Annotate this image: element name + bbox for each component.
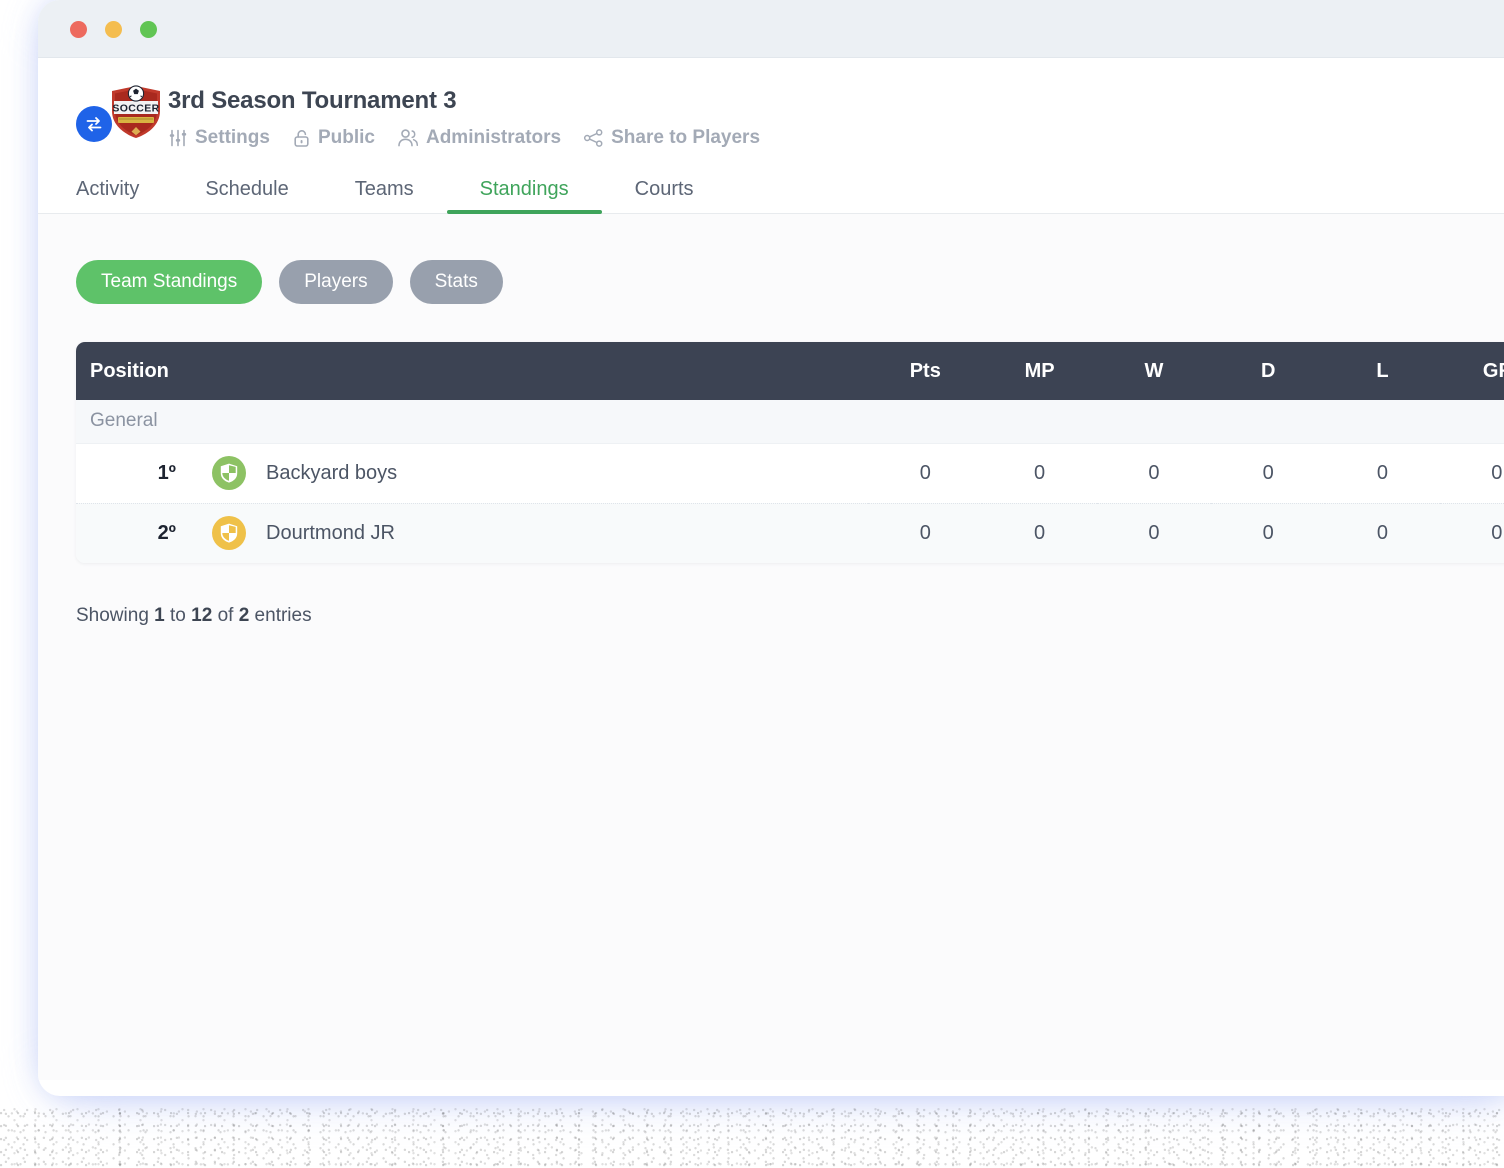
summary-mid2: of bbox=[212, 605, 239, 626]
visibility-link[interactable]: Public bbox=[292, 127, 375, 149]
tournament-identity-row: SOCCER 3rd Season Tournament 3 Settings … bbox=[38, 84, 1504, 150]
table-row[interactable]: 2º Dourtmond JR 0 0 0 0 0 0 bbox=[76, 503, 1504, 563]
pill-players[interactable]: Players bbox=[279, 260, 393, 304]
shield-icon bbox=[220, 463, 238, 483]
entries-summary: Showing 1 to 12 of 2 entries bbox=[38, 563, 1504, 627]
team-badge-dourtmond-jr bbox=[212, 516, 246, 551]
share-nodes-icon bbox=[584, 129, 603, 147]
swap-arrows-icon bbox=[86, 117, 102, 132]
screenshot-root: SOCCER 3rd Season Tournament 3 Settings … bbox=[0, 0, 1504, 1168]
summary-suffix: entries bbox=[249, 605, 312, 626]
app-header: SOCCER 3rd Season Tournament 3 Settings … bbox=[38, 58, 1504, 214]
tab-activity[interactable]: Activity bbox=[76, 178, 172, 213]
standings-table-card: Position Pts MP W D L GF General bbox=[76, 342, 1504, 563]
tab-courts[interactable]: Courts bbox=[602, 178, 727, 213]
page-title: 3rd Season Tournament 3 bbox=[168, 87, 457, 114]
summary-from: 1 bbox=[154, 605, 165, 626]
tab-standings[interactable]: Standings bbox=[446, 178, 602, 214]
summary-mid: to bbox=[164, 605, 192, 626]
cell-mp: 0 bbox=[982, 503, 1097, 563]
cell-gf: 0 bbox=[1439, 503, 1504, 563]
shield-icon bbox=[220, 523, 238, 543]
share-to-players-label: Share to Players bbox=[611, 127, 761, 148]
column-header-gf[interactable]: GF bbox=[1439, 342, 1504, 400]
position-cell: 1º Backyard boys bbox=[76, 443, 869, 504]
cell-d: 0 bbox=[1211, 443, 1326, 504]
switch-tournament-button[interactable] bbox=[76, 106, 112, 142]
table-row[interactable]: 1º Backyard boys 0 0 0 0 0 0 bbox=[76, 443, 1504, 504]
soccer-shield-badge-icon: SOCCER bbox=[112, 85, 160, 138]
bottom-noise-band bbox=[0, 1104, 1504, 1168]
sliders-icon bbox=[169, 129, 187, 147]
tab-schedule[interactable]: Schedule bbox=[172, 178, 321, 213]
team-name: Dourtmond JR bbox=[266, 521, 395, 544]
standings-table: Position Pts MP W D L GF General bbox=[76, 342, 1504, 563]
visibility-label: Public bbox=[317, 127, 375, 148]
tournament-text-block: 3rd Season Tournament 3 Settings Public … bbox=[168, 84, 760, 149]
cell-pts: 0 bbox=[868, 503, 983, 563]
cell-l: 0 bbox=[1325, 503, 1440, 563]
tab-teams[interactable]: Teams bbox=[322, 178, 447, 213]
unlock-icon bbox=[294, 130, 309, 147]
column-header-d[interactable]: D bbox=[1211, 342, 1326, 400]
cell-l: 0 bbox=[1325, 443, 1440, 504]
position-cell: 2º Dourtmond JR bbox=[76, 503, 869, 563]
column-header-pts[interactable]: Pts bbox=[868, 342, 983, 400]
cell-w: 0 bbox=[1096, 443, 1212, 504]
maximize-window-button[interactable] bbox=[140, 21, 157, 38]
share-to-players-link[interactable]: Share to Players bbox=[583, 127, 760, 149]
team-name: Backyard boys bbox=[266, 461, 398, 484]
summary-prefix: Showing bbox=[76, 605, 155, 626]
settings-label: Settings bbox=[195, 127, 270, 148]
standings-view-toggle: Team Standings Players Stats bbox=[38, 214, 1504, 304]
column-header-l[interactable]: L bbox=[1325, 342, 1440, 400]
minimize-window-button[interactable] bbox=[105, 21, 122, 38]
column-header-mp[interactable]: MP bbox=[982, 342, 1097, 400]
window-titlebar bbox=[38, 0, 1504, 58]
cell-gf: 0 bbox=[1439, 443, 1504, 504]
cell-mp: 0 bbox=[982, 443, 1097, 504]
table-header-row: Position Pts MP W D L GF bbox=[76, 342, 1504, 400]
close-window-button[interactable] bbox=[70, 21, 87, 38]
column-header-w[interactable]: W bbox=[1096, 342, 1212, 400]
pill-stats[interactable]: Stats bbox=[409, 260, 503, 304]
cell-w: 0 bbox=[1096, 503, 1212, 563]
logo-group: SOCCER bbox=[76, 84, 168, 150]
pill-team-standings[interactable]: Team Standings bbox=[76, 260, 263, 304]
app-window: SOCCER 3rd Season Tournament 3 Settings … bbox=[38, 0, 1504, 1096]
team-badge-backyard-boys bbox=[212, 456, 246, 490]
group-header-row: General bbox=[76, 400, 1504, 444]
tournament-meta-links: Settings Public Administrators Share to … bbox=[168, 127, 760, 149]
administrators-label: Administrators bbox=[425, 127, 562, 148]
rank-value: 2º bbox=[157, 521, 176, 544]
cell-pts: 0 bbox=[868, 443, 983, 504]
traffic-lights bbox=[70, 21, 157, 38]
summary-total: 2 bbox=[238, 605, 250, 626]
administrators-link[interactable]: Administrators bbox=[397, 127, 561, 149]
summary-to: 12 bbox=[191, 605, 213, 626]
standings-content: Team Standings Players Stats Position Pt… bbox=[38, 214, 1504, 1080]
cell-d: 0 bbox=[1211, 503, 1326, 563]
rank-value: 1º bbox=[157, 461, 176, 484]
settings-link[interactable]: Settings bbox=[168, 127, 270, 149]
column-header-position[interactable]: Position bbox=[76, 342, 869, 400]
section-tabs: Activity Schedule Teams Standings Courts bbox=[38, 168, 1504, 214]
group-label: General bbox=[76, 400, 1504, 444]
users-icon bbox=[398, 129, 419, 147]
svg-text:SOCCER: SOCCER bbox=[112, 103, 159, 115]
